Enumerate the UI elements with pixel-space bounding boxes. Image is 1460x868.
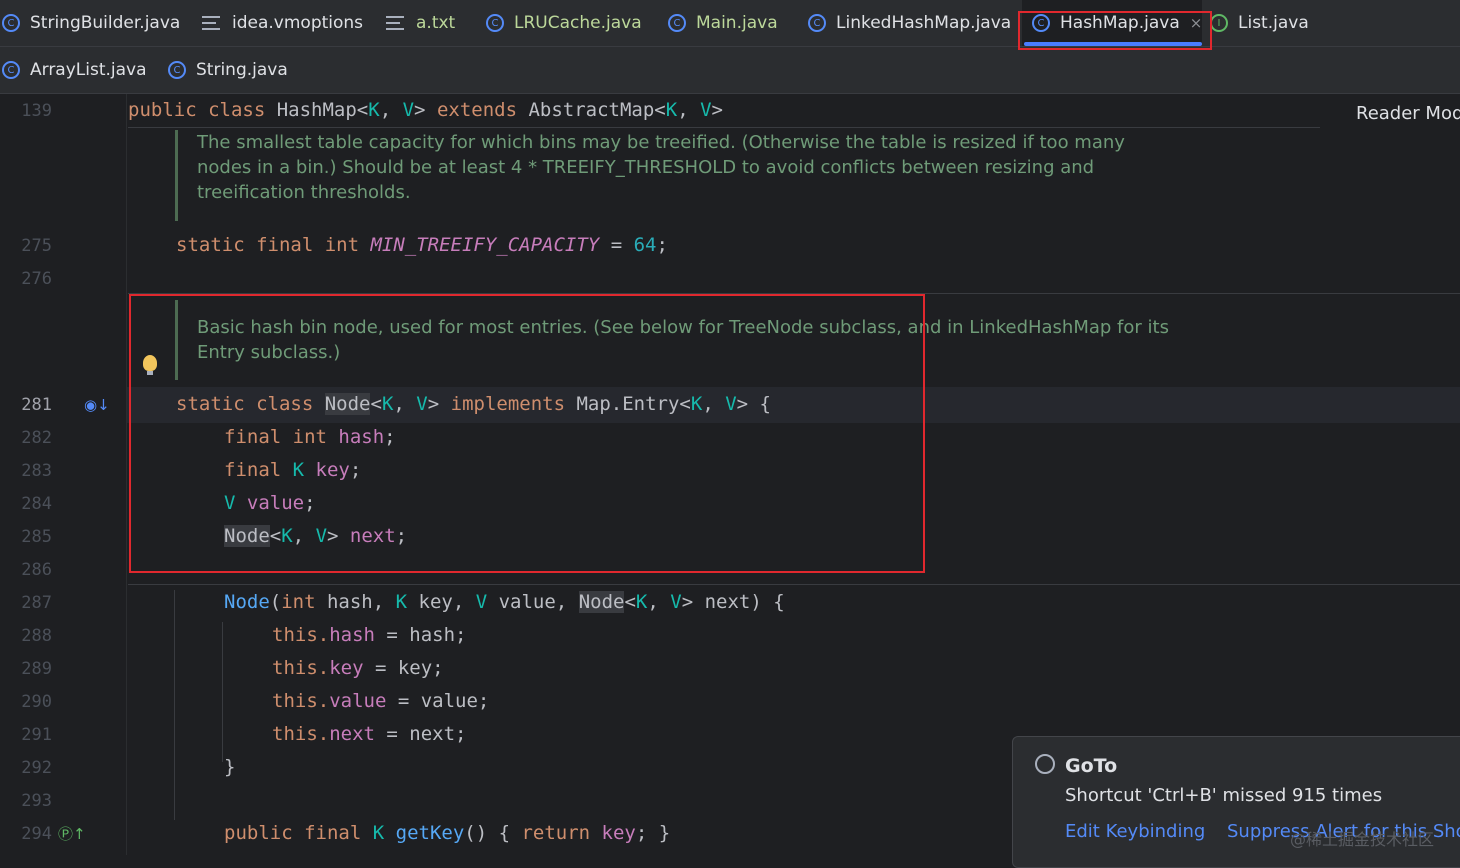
code-line-275: static final int MIN_TREEIFY_CAPACITY = … [176,234,668,256]
line-number: 292 [21,758,52,778]
code-highlight-box [129,294,925,573]
line-number: 286 [21,560,52,580]
class-icon: C [808,14,826,32]
code-separator [128,584,1460,585]
tab-string[interactable]: C String.java [168,47,288,93]
code-line-291: this.next = next; [272,723,467,745]
line-number: 139 [21,101,52,121]
class-icon: C [168,61,186,79]
line-number: 276 [21,269,52,289]
popup-title: GoTo [1065,755,1118,777]
class-icon: C [2,61,20,79]
class-icon: C [2,14,20,32]
line-number: 293 [21,791,52,811]
line-number: 289 [21,659,52,679]
doc-separator [128,127,1320,128]
tab-list[interactable]: I List.java [1210,0,1309,46]
shortcut-alert-icon [1035,754,1055,774]
line-number: 285 [21,527,52,547]
code-line-139: public class HashMap<K, V> extends Abstr… [128,99,723,121]
doc-comment-min-treeify: The smallest table capacity for which bi… [197,132,1125,203]
code-line-287: Node(int hash, K key, V value, Node<K, V… [224,591,785,613]
text-file-icon [386,16,404,30]
tab-bar-bottom-border [0,93,1460,94]
text-file-icon [202,16,220,30]
doc-comment-bar [175,130,178,221]
line-number: 283 [21,461,52,481]
edit-keybinding-link[interactable]: Edit Keybinding [1065,821,1205,842]
implementation-gutter-icon[interactable]: ◉↓ [84,396,110,414]
tab-a-txt[interactable]: a.txt [386,0,455,46]
code-line-294: public final K getKey() { return key; } [224,822,671,844]
indent-guide [174,590,175,820]
tab-main[interactable]: C Main.java [668,0,778,46]
line-number: 287 [21,593,52,613]
line-number: 284 [21,494,52,514]
tab-linkedhashmap[interactable]: C LinkedHashMap.java [808,0,1011,46]
line-number: 275 [21,236,52,256]
code-line-290: this.value = value; [272,690,490,712]
code-line-289: this.key = key; [272,657,444,679]
line-number: 288 [21,626,52,646]
tab-lrucache[interactable]: C LRUCache.java [486,0,642,46]
line-number: 290 [21,692,52,712]
class-icon: C [486,14,504,32]
code-line-288: this.hash = hash; [272,624,467,646]
line-number: 291 [21,725,52,745]
editor-tab-bar: C StringBuilder.java idea.vmoptions a.txt… [0,0,1460,94]
indent-guide [222,622,223,762]
tab-stringbuilder[interactable]: C StringBuilder.java [2,0,180,46]
code-line-292: } [224,756,236,778]
line-number: 282 [21,428,52,448]
tab-arraylist[interactable]: C ArrayList.java [2,47,147,93]
runnable-class-icon: C [668,14,686,32]
interface-icon: I [1210,14,1228,32]
line-number: 281 [21,395,52,415]
reader-mode-label[interactable]: Reader Mod [1356,103,1460,124]
tab-idea-vmoptions[interactable]: idea.vmoptions [202,0,363,46]
tab-highlight-box [1018,11,1212,50]
watermark: @稀土掘金技术社区 [1290,830,1435,849]
line-number: 294 [21,824,52,844]
popup-message: Shortcut 'Ctrl+B' missed 915 times [1065,785,1383,806]
override-gutter-icon[interactable]: Ⓟ↑ [58,823,86,844]
